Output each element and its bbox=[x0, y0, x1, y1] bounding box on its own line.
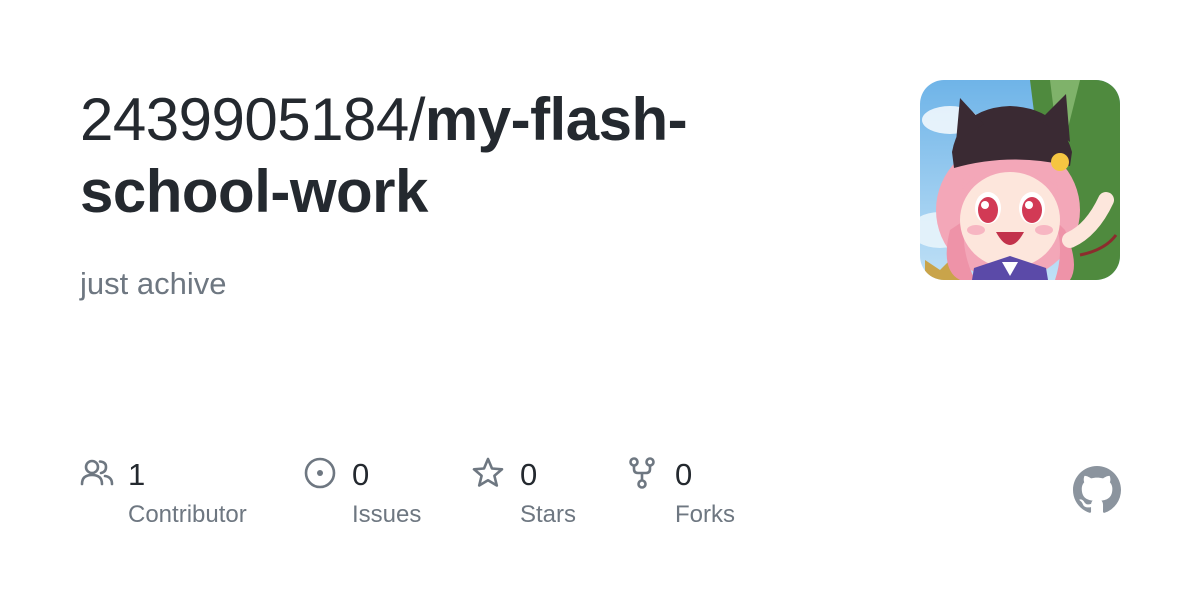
repo-name-part-2[interactable]: school-work bbox=[80, 156, 880, 228]
anime-avatar-image bbox=[920, 80, 1120, 280]
repo-title: 2439905184/my-flash- school-work bbox=[80, 84, 880, 228]
repo-description: just achive bbox=[80, 266, 227, 301]
contributors-label: Contributor bbox=[128, 501, 247, 528]
repo-name-part-1[interactable]: my-flash- bbox=[425, 86, 688, 153]
issue-opened-icon bbox=[304, 457, 336, 489]
repo-forked-icon bbox=[629, 457, 655, 489]
forks-label: Forks bbox=[675, 501, 735, 528]
star-icon bbox=[472, 457, 504, 487]
people-icon bbox=[80, 459, 114, 486]
contributors-count: 1 bbox=[128, 457, 146, 492]
repo-title-line-1: 2439905184/my-flash- bbox=[80, 84, 880, 156]
owner-avatar[interactable] bbox=[920, 80, 1120, 280]
stars-label: Stars bbox=[520, 501, 577, 528]
stars-count: 0 bbox=[520, 457, 538, 492]
github-mark-icon[interactable] bbox=[1073, 466, 1121, 514]
forks-count: 0 bbox=[675, 457, 693, 492]
issues-count: 0 bbox=[352, 457, 370, 492]
issues-label: Issues bbox=[352, 501, 422, 528]
repo-owner[interactable]: 2439905184/ bbox=[80, 86, 425, 153]
